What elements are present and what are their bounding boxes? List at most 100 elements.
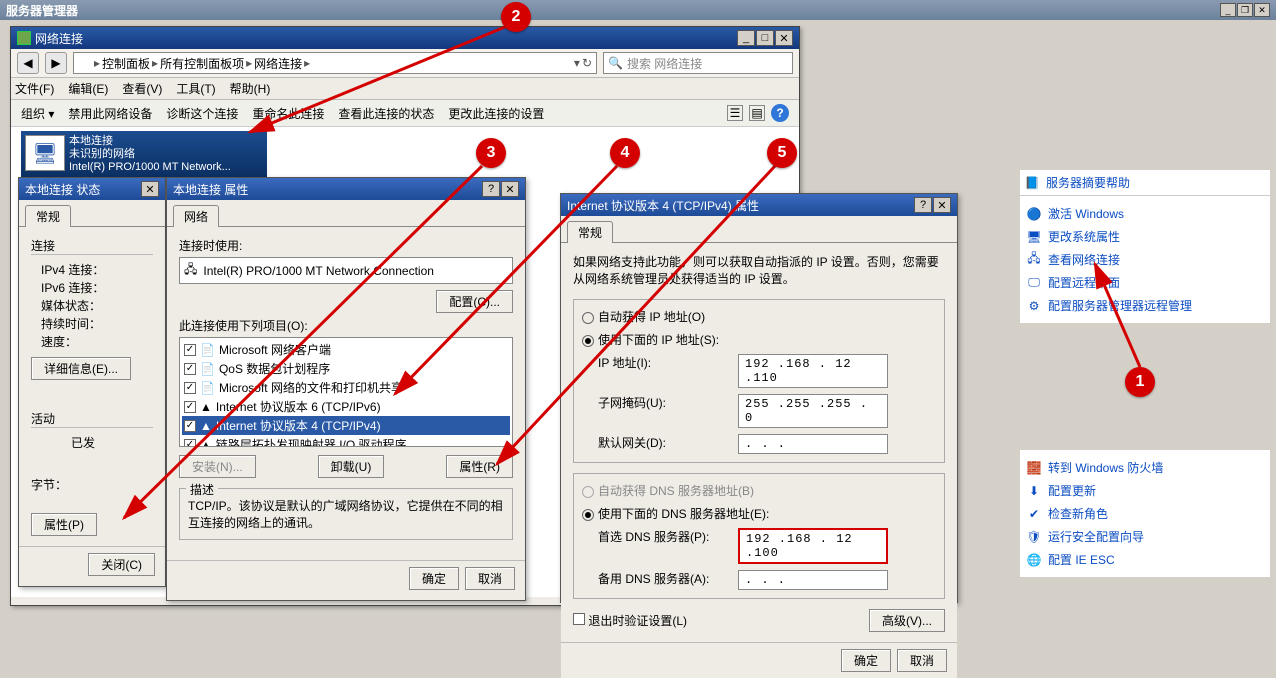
dialog-title: Internet 协议版本 4 (TCP/IPv4) 属性	[567, 197, 759, 214]
link-view-network[interactable]: 🖧查看网络连接	[1020, 248, 1270, 271]
organize-button[interactable]: 组织 ▾	[21, 105, 54, 122]
configure-button[interactable]: 配置(C)...	[436, 290, 513, 313]
link-ie-esc[interactable]: 🌐配置 IE ESC	[1020, 548, 1270, 571]
connection-name: 本地连接	[69, 135, 231, 148]
command-bar: 组织 ▾ 禁用此网络设备 诊断这个连接 重命名此连接 查看此连接的状态 更改此连…	[11, 100, 799, 127]
link-activate-windows[interactable]: 🔵激活 Windows	[1020, 202, 1270, 225]
nav-toolbar: ◀ ▶ ▸ 控制面板 ▸ 所有控制面板项 ▸ 网络连接 ▸ ▾ ↻ 🔍 搜索 网…	[11, 49, 799, 78]
window-title: 网络连接	[35, 30, 83, 47]
callout-1: 1	[1125, 367, 1155, 397]
cmd-rename[interactable]: 重命名此连接	[252, 105, 324, 122]
network-icon	[17, 31, 31, 45]
search-input[interactable]: 🔍 搜索 网络连接	[603, 52, 793, 74]
dropdown-icon[interactable]: ▾	[574, 56, 580, 70]
view-pane-icon[interactable]: ▤	[749, 105, 765, 121]
radio-auto-ip[interactable]	[582, 312, 594, 324]
list-item-tcpipv4[interactable]: ✓▲Internet 协议版本 4 (TCP/IPv4)	[182, 416, 510, 435]
close-button[interactable]: ✕	[775, 30, 793, 46]
callout-3: 3	[476, 138, 506, 168]
link-firewall[interactable]: 🧱转到 Windows 防火墙	[1020, 456, 1270, 479]
dialog-title: 本地连接 状态	[25, 181, 100, 198]
forward-button[interactable]: ▶	[45, 52, 67, 74]
close-button[interactable]: ✕	[1254, 3, 1270, 17]
right-panel: 📘 服务器摘要帮助 🔵激活 Windows 🖥更改系统属性 🖧查看网络连接 🖵配…	[1020, 170, 1270, 323]
item-properties-button[interactable]: 属性(R)	[446, 455, 513, 478]
maximize-button[interactable]: ❐	[1237, 3, 1253, 17]
dns2-field[interactable]: . . .	[738, 570, 888, 590]
callout-2: 2	[501, 2, 531, 32]
dialog-title: 本地连接 属性	[173, 181, 248, 198]
close-dialog-button[interactable]: 关闭(C)	[88, 553, 155, 576]
menu-view[interactable]: 查看(V)	[122, 80, 162, 97]
link-remote-manage[interactable]: ⚙配置服务器管理器远程管理	[1020, 294, 1270, 317]
minimize-button[interactable]: _	[1220, 3, 1236, 17]
description-text: TCP/IP。该协议是默认的广域网络协议，它提供在不同的相互连接的网络上的通讯。	[188, 497, 504, 531]
gateway-field[interactable]: . . .	[738, 434, 888, 454]
menu-help[interactable]: 帮助(H)	[230, 80, 271, 97]
cmd-status[interactable]: 查看此连接的状态	[338, 105, 434, 122]
cancel-button[interactable]: 取消	[465, 567, 515, 590]
tab-general[interactable]: 常规	[25, 205, 71, 227]
window-titlebar: 网络连接 _ □ ✕	[11, 27, 799, 49]
back-button[interactable]: ◀	[17, 52, 39, 74]
menu-file[interactable]: 文件(F)	[15, 80, 54, 97]
close-button[interactable]: ✕	[141, 181, 159, 197]
dialog-ipv4-properties: Internet 协议版本 4 (TCP/IPv4) 属性 ? ✕ 常规 如果网…	[560, 193, 958, 603]
link-security-wizard[interactable]: 🛡运行安全配置向导	[1020, 525, 1270, 548]
folder-icon	[78, 56, 92, 70]
callout-5: 5	[767, 138, 797, 168]
minimize-button[interactable]: _	[737, 30, 755, 46]
link-check-roles[interactable]: ✔检查新角色	[1020, 502, 1270, 525]
menu-edit[interactable]: 编辑(E)	[68, 80, 108, 97]
subnet-mask-field[interactable]: 255 .255 .255 . 0	[738, 394, 888, 428]
radio-use-dns[interactable]	[582, 509, 594, 521]
tab-general[interactable]: 常规	[567, 221, 613, 243]
link-change-system-props[interactable]: 🖥更改系统属性	[1020, 225, 1270, 248]
link-remote-desktop[interactable]: 🖵配置远程桌面	[1020, 271, 1270, 294]
uninstall-button[interactable]: 卸载(U)	[318, 455, 385, 478]
properties-button[interactable]: 属性(P)	[31, 513, 97, 536]
radio-use-ip[interactable]	[582, 335, 594, 347]
help-button[interactable]: ?	[482, 181, 500, 197]
right-panel-lower: 🧱转到 Windows 防火墙 ⬇配置更新 ✔检查新角色 🛡运行安全配置向导 🌐…	[1020, 450, 1270, 577]
components-list[interactable]: ✓📄Microsoft 网络客户端 ✓📄QoS 数据包计划程序 ✓📄Micros…	[179, 337, 513, 447]
view-list-icon[interactable]: ☰	[727, 105, 743, 121]
ok-button[interactable]: 确定	[409, 567, 459, 590]
connection-local[interactable]: 🖥 本地连接 未识别的网络 Intel(R) PRO/1000 MT Netwo…	[21, 131, 267, 178]
server-manager-titlebar: 服务器管理器 _ ❐ ✕	[0, 0, 1276, 20]
close-button[interactable]: ✕	[933, 197, 951, 213]
adapter-icon: 🖥	[25, 135, 65, 171]
tab-network[interactable]: 网络	[173, 205, 219, 227]
cmd-settings[interactable]: 更改此连接的设置	[448, 105, 544, 122]
dialog-local-properties: 本地连接 属性 ? ✕ 网络 连接时使用: 🖧 Intel(R) PRO/100…	[166, 177, 526, 601]
section-activity: 活动	[31, 410, 153, 428]
connection-status: 未识别的网络	[69, 148, 231, 161]
details-button[interactable]: 详细信息(E)...	[31, 357, 131, 380]
breadcrumb[interactable]: ▸ 控制面板 ▸ 所有控制面板项 ▸ 网络连接 ▸ ▾ ↻	[73, 52, 597, 74]
install-button[interactable]: 安装(N)...	[179, 455, 256, 478]
dns1-field[interactable]: 192 .168 . 12 .100	[738, 528, 888, 564]
refresh-icon[interactable]: ↻	[582, 56, 592, 70]
maximize-button[interactable]: □	[756, 30, 774, 46]
close-button[interactable]: ✕	[501, 181, 519, 197]
nic-icon: 🖧	[184, 260, 197, 281]
intro-text: 如果网络支持此功能，则可以获取自动指派的 IP 设置。否则，您需要从网络系统管理…	[573, 253, 945, 287]
link-updates[interactable]: ⬇配置更新	[1020, 479, 1270, 502]
dialog-local-status: 本地连接 状态 ✕ 常规 连接 IPv4 连接： IPv6 连接： 媒体状态： …	[18, 177, 166, 587]
validate-checkbox[interactable]	[573, 613, 585, 625]
section-connection: 连接	[31, 237, 153, 255]
right-panel-header: 服务器摘要帮助	[1046, 174, 1130, 191]
connection-adapter: Intel(R) PRO/1000 MT Network...	[69, 161, 231, 174]
help-icon[interactable]: ?	[771, 104, 789, 122]
callout-4: 4	[610, 138, 640, 168]
cmd-diagnose[interactable]: 诊断这个连接	[166, 105, 238, 122]
ip-address-field[interactable]: 192 .168 . 12 .110	[738, 354, 888, 388]
help-button[interactable]: ?	[914, 197, 932, 213]
menu-bar: 文件(F) 编辑(E) 查看(V) 工具(T) 帮助(H)	[11, 78, 799, 100]
advanced-button[interactable]: 高级(V)...	[869, 609, 945, 632]
cmd-disable[interactable]: 禁用此网络设备	[68, 105, 152, 122]
main-app-title: 服务器管理器	[6, 2, 78, 19]
cancel-button[interactable]: 取消	[897, 649, 947, 672]
ok-button[interactable]: 确定	[841, 649, 891, 672]
menu-tools[interactable]: 工具(T)	[176, 80, 215, 97]
